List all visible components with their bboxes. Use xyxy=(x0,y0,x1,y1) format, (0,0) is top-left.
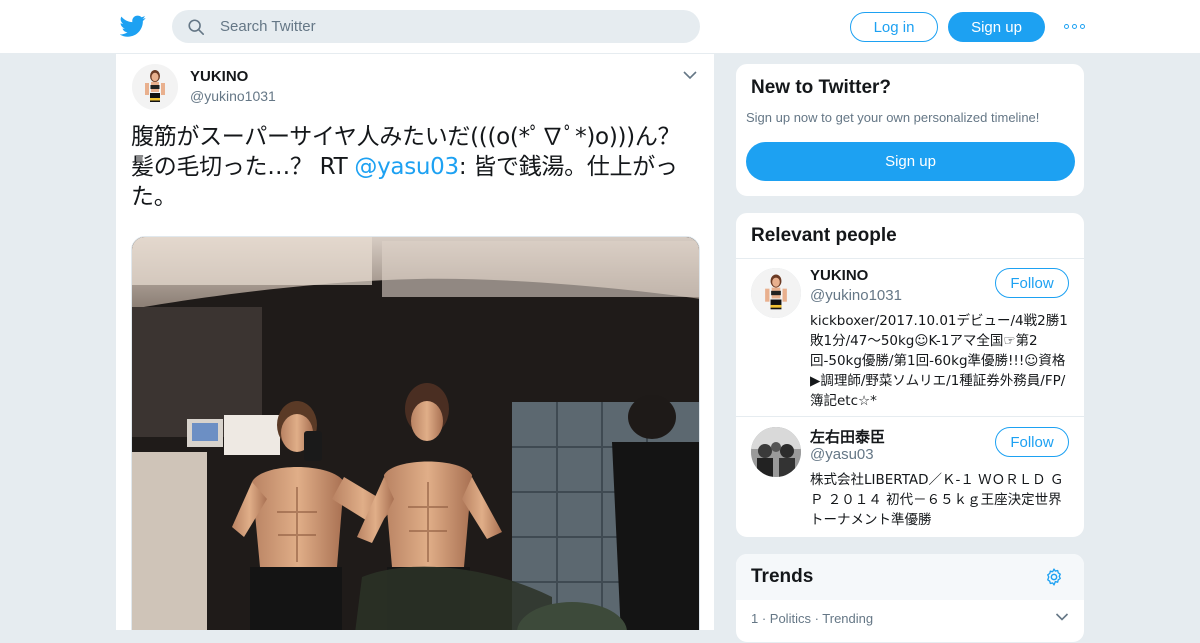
trends-title: Trends xyxy=(751,566,814,587)
person-item[interactable]: YUKINO @yukino1031 Follow kickboxer/2017… xyxy=(736,258,1084,416)
twitter-bird-icon[interactable] xyxy=(120,13,146,39)
tweet-mention-link[interactable]: @yasu03 xyxy=(354,154,459,180)
chevron-down-icon[interactable] xyxy=(1055,612,1069,622)
new-to-twitter-title: New to Twitter? xyxy=(751,77,892,98)
search-input[interactable] xyxy=(220,10,680,43)
person-handle[interactable]: @yasu03 xyxy=(810,446,874,463)
person-item[interactable]: 左右田泰臣 @yasu03 Follow 株式会社LIBERTAD／Ｋ-１ ＷＯ… xyxy=(736,417,1084,537)
relevant-people-title: Relevant people xyxy=(751,225,897,246)
new-to-twitter-subtitle: Sign up now to get your own personalized… xyxy=(746,110,1040,125)
search-icon xyxy=(188,19,205,36)
follow-button[interactable]: Follow xyxy=(995,427,1069,457)
avatar[interactable] xyxy=(132,64,178,110)
top-bar: Log in Sign up xyxy=(0,0,1200,54)
more-dots-icon[interactable] xyxy=(1064,20,1086,32)
person-name[interactable]: YUKINO xyxy=(810,267,868,284)
new-to-twitter-card: New to Twitter? Sign up now to get your … xyxy=(735,63,1085,197)
tweet-text: 腹筋がスーパーサイヤ人みたいだ(((o(*ﾟ∇ﾟ*)o)))ん？髪の毛切った…？… xyxy=(131,122,696,212)
chevron-down-icon[interactable] xyxy=(682,70,698,80)
relevant-people-card: Relevant people YUKINO @yukino1031 Follo… xyxy=(735,212,1085,538)
avatar[interactable] xyxy=(751,268,801,318)
tweet-author-handle[interactable]: @yukino1031 xyxy=(190,88,276,104)
person-bio: 株式会社LIBERTAD／Ｋ-１ ＷＯＲＬＤ ＧＰ ２０１４ 初代－６５ｋｇ王座… xyxy=(810,472,1064,528)
search-box[interactable] xyxy=(172,10,700,43)
tweet-photo[interactable] xyxy=(131,236,700,630)
trend-item-meta[interactable]: 1 · Politics · Trending xyxy=(751,611,873,626)
tweet-author-name[interactable]: YUKINO xyxy=(190,68,248,85)
signup-button[interactable]: Sign up xyxy=(948,12,1045,42)
sidebar-signup-button[interactable]: Sign up xyxy=(746,142,1075,181)
follow-button[interactable]: Follow xyxy=(995,268,1069,298)
person-handle[interactable]: @yukino1031 xyxy=(810,287,902,304)
tweet-panel: YUKINO @yukino1031 腹筋がスーパーサイヤ人みたいだ(((o(*… xyxy=(115,54,715,630)
gear-icon[interactable] xyxy=(1044,567,1064,587)
avatar[interactable] xyxy=(751,427,801,477)
login-button[interactable]: Log in xyxy=(850,12,938,42)
person-bio: kickboxer/2017.10.01デビュー/4戦2勝1敗1分/47〜50k… xyxy=(810,313,1068,409)
person-name[interactable]: 左右田泰臣 xyxy=(810,426,885,447)
